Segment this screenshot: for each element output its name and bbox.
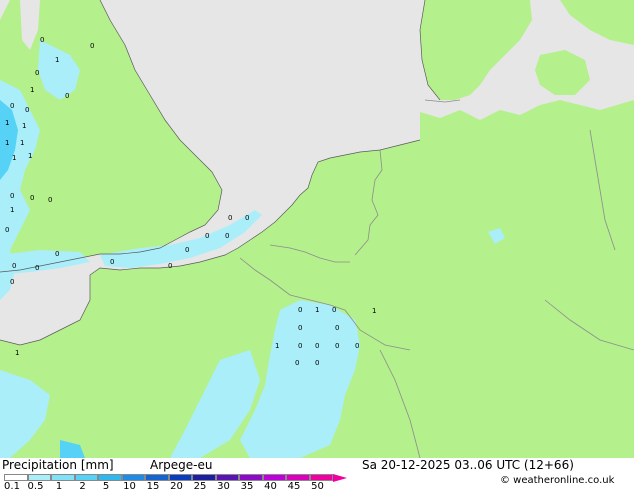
precip-value-label: 1 <box>10 206 14 214</box>
legend-swatch <box>121 474 145 481</box>
precip-value-label: 1 <box>15 349 19 357</box>
legend-tick-label: 2 <box>79 481 86 492</box>
precip-value-label: 1 <box>55 56 59 64</box>
legend-swatch <box>145 474 169 481</box>
footer-title: Precipitation [mm] <box>2 458 114 472</box>
footer-copyright: © weatheronline.co.uk <box>500 475 614 486</box>
legend-tick-label: 25 <box>193 481 207 492</box>
legend-tick-label: 0.1 <box>4 481 20 492</box>
precip-value-label: 1 <box>315 306 319 314</box>
legend-swatch <box>192 474 216 481</box>
precip-value-label: 0 <box>48 196 52 204</box>
precip-value-label: 0 <box>295 359 299 367</box>
precip-value-label: 0 <box>168 262 172 270</box>
legend-swatch <box>4 474 28 481</box>
precip-value-label: 0 <box>40 36 44 44</box>
legend-swatch <box>239 474 263 481</box>
precip-value-label: 0 <box>332 306 336 314</box>
legend-swatch <box>215 474 239 481</box>
legend-swatch <box>309 474 333 481</box>
precip-value-label: 0 <box>298 306 302 314</box>
precip-value-label: 0 <box>298 324 302 332</box>
legend-tick-label: 15 <box>146 481 160 492</box>
precip-value-label: 1 <box>28 152 32 160</box>
precip-value-label: 0 <box>5 226 9 234</box>
legend-swatch <box>168 474 192 481</box>
precip-value-label: 0 <box>10 192 14 200</box>
precipitation-map: 0010100 01 11 11 10 0 010 0000000 00 000 1 0 10 00 0 01… <box>0 0 634 458</box>
precip-value-label: 0 <box>315 359 319 367</box>
precip-value-label: 1 <box>22 122 26 130</box>
legend-tick-label: 5 <box>102 481 110 492</box>
footer-datetime: Sa 20-12-2025 03..06 UTC (12+66) <box>362 458 574 472</box>
legend-swatch <box>51 474 75 481</box>
legend-swatch <box>262 474 286 481</box>
legend-swatch <box>98 474 122 481</box>
legend-tick-label: 50 <box>311 481 324 492</box>
precip-value-label: 0 <box>35 264 39 272</box>
legend-tick-label: 0.5 <box>27 481 44 492</box>
legend-tick-label: 20 <box>170 481 183 492</box>
footer-model: Arpege-eu <box>150 458 213 472</box>
precip-value-label: 0 <box>225 232 229 240</box>
precip-value-label: 1 <box>5 139 9 147</box>
legend-swatch <box>74 474 98 481</box>
legend-tick-label: 10 <box>123 481 136 492</box>
precip-value-label: 0 <box>185 246 189 254</box>
precip-value-label: 0 <box>10 278 14 286</box>
legend-tick-label: 1 <box>55 481 63 492</box>
precip-value-label: 0 <box>228 214 232 222</box>
precip-value-label: 0 <box>35 69 39 77</box>
precip-value-label: 0 <box>355 342 359 350</box>
legend-arrow <box>333 474 347 482</box>
precip-value-label: 0 <box>110 258 114 266</box>
precip-value-label: 0 <box>65 92 69 100</box>
copyright-text: © weatheronline.co.uk <box>500 475 615 486</box>
legend-swatch <box>27 474 51 481</box>
precip-value-label: 0 <box>335 324 339 332</box>
precip-value-label: 0 <box>30 194 34 202</box>
precip-value-label: 1 <box>372 307 376 315</box>
precip-value-label: 0 <box>90 42 94 50</box>
precip-value-label: 0 <box>10 102 14 110</box>
precip-value-label: 1 <box>275 342 279 350</box>
precip-value-label: 0 <box>25 106 29 114</box>
legend-tick-label: 40 <box>264 481 277 492</box>
precip-value-label: 0 <box>245 214 249 222</box>
precip-value-label: 0 <box>298 342 302 350</box>
precip-value-label: 1 <box>12 154 16 162</box>
precip-value-label: 0 <box>205 232 209 240</box>
precip-value-label: 0 <box>12 262 16 270</box>
precip-value-label: 1 <box>30 86 34 94</box>
precip-value-label: 0 <box>335 342 339 350</box>
precip-value-label: 1 <box>20 139 24 147</box>
precip-value-label: 1 <box>5 119 9 127</box>
legend-tick-label: 30 <box>217 481 230 492</box>
precip-value-label: 0 <box>315 342 319 350</box>
legend-swatch <box>286 474 310 481</box>
legend-tick-label: 35 <box>240 481 254 492</box>
precip-value-label: 0 <box>55 250 59 258</box>
legend-tick-label: 45 <box>287 481 301 492</box>
